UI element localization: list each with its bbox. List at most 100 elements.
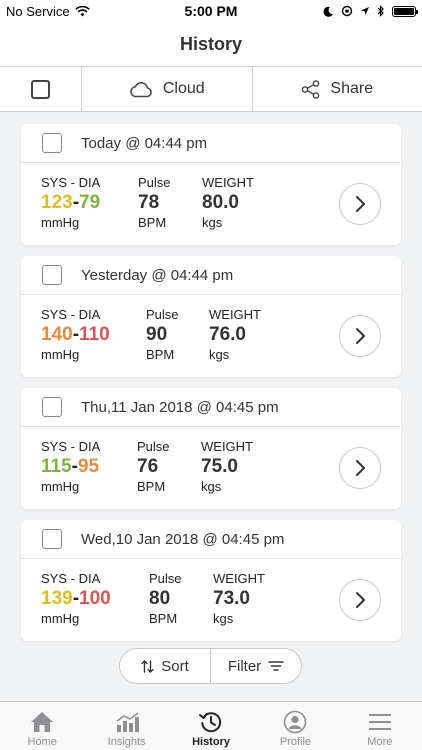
bp-unit: mmHg [41,479,80,494]
entry-checkbox[interactable] [42,133,62,153]
card-body: SYS - DIA 123-79 mmHg Pulse 78 BPM WEIGH… [21,163,401,245]
pulse-column: Pulse 80 BPM [149,571,182,627]
status-time: 5:00 PM [184,3,238,19]
pulse-label: Pulse [146,307,179,322]
filter-label: Filter [227,657,262,675]
sort-filter-bar: Sort Filter [119,648,302,684]
menu-icon [368,714,391,730]
weight-value: 76.0 [209,324,246,345]
bluetooth-icon [377,5,384,17]
cloud-button[interactable]: Cloud [82,67,253,111]
weight-column: WEIGHT 73.0 kgs [213,571,265,627]
entry-date: Thu,11 Jan 2018 @ 04:45 pm [81,398,279,416]
pulse-value: 78 [138,192,160,213]
tab-home[interactable]: Home [0,702,84,750]
entry-date: Today @ 04:44 pm [81,134,208,152]
moon-icon [323,6,333,17]
tab-profile[interactable]: Profile [253,702,337,750]
weight-column: WEIGHT 75.0 kgs [201,439,253,495]
weight-label: WEIGHT [201,439,253,454]
bp-unit: mmHg [41,611,80,626]
share-label: Share [330,80,374,97]
dia-value: 100 [79,588,111,609]
history-icon [199,712,222,733]
card-body: SYS - DIA 140-110 mmHg Pulse 90 BPM WEIG… [21,295,401,377]
pulse-label: Pulse [138,175,171,190]
chevron-right-icon [356,592,365,608]
wifi-icon [74,5,90,16]
bp-value: 115-95 [41,456,100,477]
detail-button[interactable] [339,315,381,357]
detail-button[interactable] [339,183,381,225]
tab-insights[interactable]: Insights [84,702,168,750]
weight-unit: kgs [213,611,234,626]
orientation-lock-icon [341,5,353,17]
tab-label: History [192,736,230,748]
weight-unit: kgs [201,479,222,494]
bp-column: SYS - DIA 123-79 mmHg [41,175,100,231]
chevron-right-icon [356,328,365,344]
bp-column: SYS - DIA 139-100 mmHg [41,571,111,627]
detail-button[interactable] [339,447,381,489]
history-card: Wed,10 Jan 2018 @ 04:45 pm SYS - DIA 139… [21,520,401,641]
weight-column: WEIGHT 76.0 kgs [209,307,261,363]
bp-column: SYS - DIA 115-95 mmHg [41,439,100,495]
status-right [276,5,418,17]
card-body: SYS - DIA 139-100 mmHg Pulse 80 BPM WEIG… [21,559,401,641]
filter-button[interactable]: Filter [211,649,301,683]
tab-more[interactable]: More [338,702,422,750]
entry-checkbox[interactable] [42,397,62,417]
weight-value: 73.0 [213,588,250,609]
tab-label: Home [27,736,57,748]
dia-value: 79 [79,192,101,213]
cloud-label: Cloud [162,80,205,97]
status-bar: No Service 5:00 PM [0,0,422,22]
entry-checkbox[interactable] [42,529,62,549]
history-card: Yesterday @ 04:44 pm SYS - DIA 140-110 m… [21,256,401,377]
chevron-right-icon [356,196,365,212]
tab-bar: Home Insights History Profile More [0,701,422,750]
bp-label: SYS - DIA [41,571,101,586]
select-all-button[interactable] [0,67,82,111]
tab-history[interactable]: History [169,702,253,750]
bp-column: SYS - DIA 140-110 mmHg [41,307,110,363]
entry-date: Yesterday @ 04:44 pm [81,266,234,284]
share-button[interactable]: Share [253,67,422,111]
bp-value: 140-110 [41,324,110,345]
status-left: No Service [6,4,146,19]
tab-label: Insights [107,736,146,748]
weight-label: WEIGHT [209,307,261,322]
sort-label: Sort [161,657,189,675]
bp-value: 123-79 [41,192,101,213]
bp-value: 139-100 [41,588,111,609]
home-icon [31,712,54,732]
weight-value: 75.0 [201,456,238,477]
pulse-unit: BPM [149,611,178,626]
history-list: Today @ 04:44 pm SYS - DIA 123-79 mmHg P… [21,124,401,652]
pulse-unit: BPM [138,215,167,230]
weight-label: WEIGHT [202,175,254,190]
bp-label: SYS - DIA [41,175,101,190]
weight-unit: kgs [209,347,230,362]
pulse-column: Pulse 90 BPM [146,307,179,363]
chevron-right-icon [356,460,365,476]
weight-unit: kgs [202,215,223,230]
weight-label: WEIGHT [213,571,265,586]
sort-button[interactable]: Sort [120,649,211,683]
dia-value: 110 [79,324,110,345]
weight-column: WEIGHT 80.0 kgs [202,175,254,231]
select-all-checkbox[interactable] [31,79,50,99]
bp-label: SYS - DIA [41,307,101,322]
pulse-unit: BPM [137,479,166,494]
pulse-label: Pulse [149,571,182,586]
history-card: Today @ 04:44 pm SYS - DIA 123-79 mmHg P… [21,124,401,245]
pulse-unit: BPM [146,347,175,362]
pulse-label: Pulse [137,439,170,454]
card-header: Today @ 04:44 pm [21,124,401,163]
entry-checkbox[interactable] [42,265,62,285]
bp-unit: mmHg [41,347,80,362]
detail-button[interactable] [339,579,381,621]
sys-value: 115 [41,456,72,477]
card-header: Yesterday @ 04:44 pm [21,256,401,295]
card-header: Wed,10 Jan 2018 @ 04:45 pm [21,520,401,559]
